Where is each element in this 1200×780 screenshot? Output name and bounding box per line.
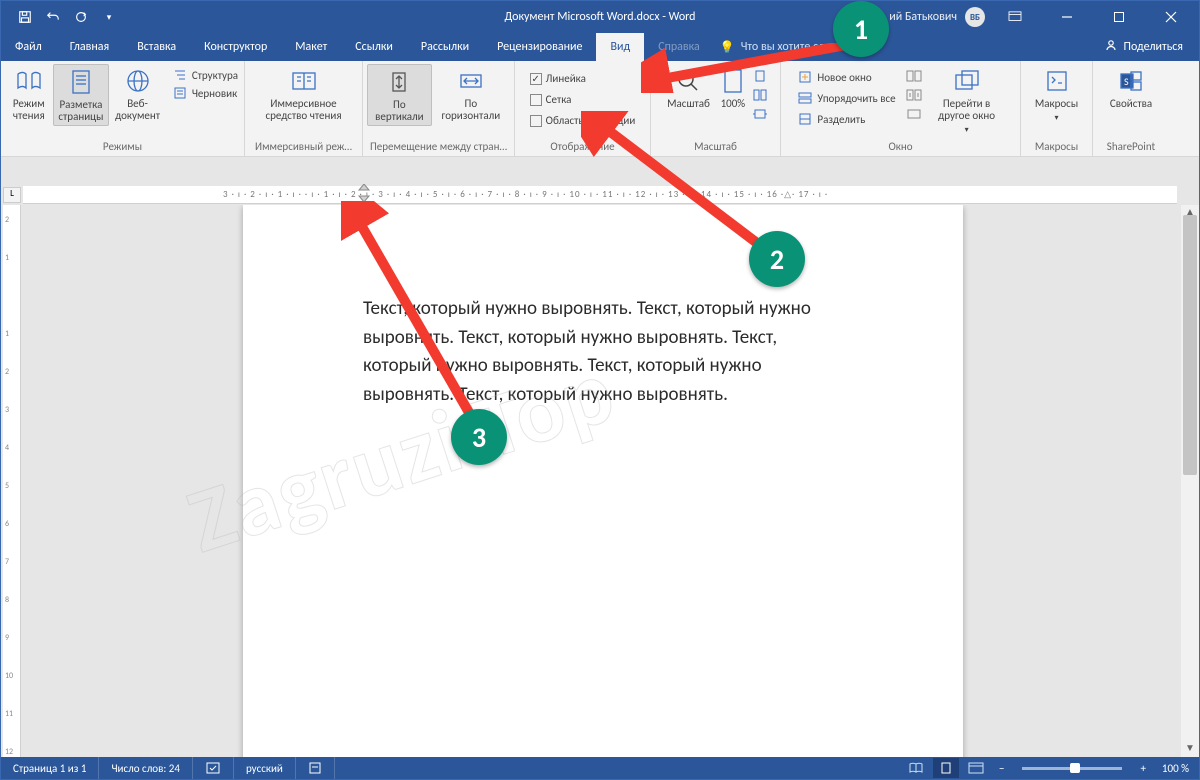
macros-group-label: Макросы [1035,140,1078,156]
tab-selector[interactable]: L [3,187,21,203]
immersive-reader-icon [289,66,319,96]
scroll-down-icon[interactable]: ▼ [1181,741,1199,757]
reset-window-icon[interactable] [906,106,922,122]
window-title: Документ Microsoft Word.docx - Word [505,10,696,24]
redo-icon[interactable] [73,9,89,25]
horizontal-page-icon [456,66,486,96]
share-button[interactable]: Поделиться [1088,33,1199,61]
web-layout-view-icon[interactable] [963,758,989,778]
annotation-arrow-3 [341,201,501,431]
tab-mailings[interactable]: Рассылки [407,33,483,61]
outline-button[interactable]: Структура [170,66,240,84]
chevron-down-icon: ▾ [1054,112,1058,124]
print-layout-icon [66,67,96,97]
read-mode-view-icon[interactable] [903,758,929,778]
share-icon [1104,38,1118,56]
annotation-2: 2 [749,231,805,287]
document-name: Документ Microsoft Word.docx [505,10,660,24]
tab-design[interactable]: Конструктор [190,33,281,61]
maximize-icon[interactable] [1097,1,1141,33]
web-layout-button[interactable]: Веб-документ [109,64,166,124]
chevron-down-icon: ▾ [965,124,969,136]
read-mode-icon [14,66,44,96]
page-indicator[interactable]: Страница 1 из 1 [1,757,99,779]
zoom-in-icon[interactable]: + [1134,762,1151,775]
zoom-slider[interactable] [1022,767,1122,770]
vertical-scrollbar[interactable]: ▲ ▼ [1181,205,1199,757]
draft-button[interactable]: Черновик [170,84,240,102]
web-layout-icon [123,66,153,96]
ribbon-tabs: Файл Главная Вставка Конструктор Макет С… [1,33,1199,61]
tab-insert[interactable]: Вставка [123,33,190,61]
quick-access-toolbar: ▾ [1,9,117,25]
title-bar: ▾ Документ Microsoft Word.docx - Word ий… [1,1,1199,33]
checkbox-checked-icon: ✓ [530,73,542,85]
switch-windows-button[interactable]: Перейти в другое окно▾ [928,64,1006,138]
tab-layout[interactable]: Макет [281,33,341,61]
window-group-label: Окно [888,140,912,156]
app-name: Word [669,10,696,24]
zoom-out-icon[interactable]: − [993,762,1010,775]
undo-icon[interactable] [45,9,61,25]
macros-icon [1042,66,1072,96]
page-movement-group-label: Перемещение между стран… [370,140,507,156]
vertical-ruler[interactable]: 21 12 34 56 78 910 1112 [3,205,21,757]
sync-scroll-icon[interactable] [906,87,922,103]
read-mode-button[interactable]: Режим чтения [5,64,53,124]
user-name: ий Батькович [889,10,957,24]
outline-icon [172,67,188,83]
sharepoint-group-label: SharePoint [1107,140,1155,156]
draft-icon [172,85,188,101]
horizontal-page-button[interactable]: По горизонтали [432,64,510,124]
split-button[interactable]: Разделить [795,110,897,128]
view-side-by-side-icon[interactable] [906,68,922,84]
language-indicator[interactable]: русский [234,757,296,779]
sharepoint-icon: S [1116,66,1146,96]
immersive-reader-button[interactable]: Иммерсивное средство чтения [249,64,358,124]
immersive-group-label: Иммерсивный реж… [255,140,352,156]
macros-button[interactable]: Макросы▾ [1031,64,1082,126]
vertical-page-button[interactable]: По вертикали [367,64,432,126]
tab-file[interactable]: Файл [1,33,56,61]
status-bar: Страница 1 из 1 Число слов: 24 русский −… [1,757,1199,779]
annotation-3: 3 [451,409,507,465]
annotation-arrow-1 [641,43,861,93]
print-layout-view-icon[interactable] [933,758,959,778]
save-icon[interactable] [17,9,33,25]
document-area[interactable]: Текст, который нужно выровнять. Текст, к… [23,205,1177,757]
qat-customize-icon[interactable]: ▾ [101,9,117,25]
split-icon [797,111,813,127]
checkbox-icon [530,115,542,127]
tab-review[interactable]: Рецензирование [483,33,596,61]
tab-home[interactable]: Главная [56,33,123,61]
gridlines-checkbox[interactable]: Сетка [528,91,638,108]
views-group-label: Режимы [103,140,142,156]
user-avatar[interactable]: ВБ [965,7,985,27]
checkbox-icon [530,94,542,106]
tab-view[interactable]: Вид [596,33,644,61]
zoom-slider-knob[interactable] [1070,763,1080,773]
properties-button[interactable]: S Свойства [1106,64,1156,112]
spell-check-icon[interactable] [193,757,234,779]
svg-text:S: S [1124,75,1129,88]
close-icon[interactable] [1149,1,1193,33]
ribbon-display-icon[interactable] [993,1,1037,33]
switch-windows-icon [952,66,982,96]
annotation-1: 1 [833,1,889,57]
ruler-checkbox[interactable]: ✓Линейка [528,70,638,87]
vertical-page-icon [384,67,414,97]
zoom-value[interactable]: 100 % [1156,762,1189,775]
print-layout-button[interactable]: Разметка страницы [53,64,110,126]
annotation-arrow-2 [581,111,781,261]
scrollbar-thumb[interactable] [1183,215,1197,475]
minimize-icon[interactable] [1045,1,1089,33]
word-count[interactable]: Число слов: 24 [99,757,193,779]
track-changes-icon[interactable] [296,757,335,779]
tab-references[interactable]: Ссылки [341,33,407,61]
